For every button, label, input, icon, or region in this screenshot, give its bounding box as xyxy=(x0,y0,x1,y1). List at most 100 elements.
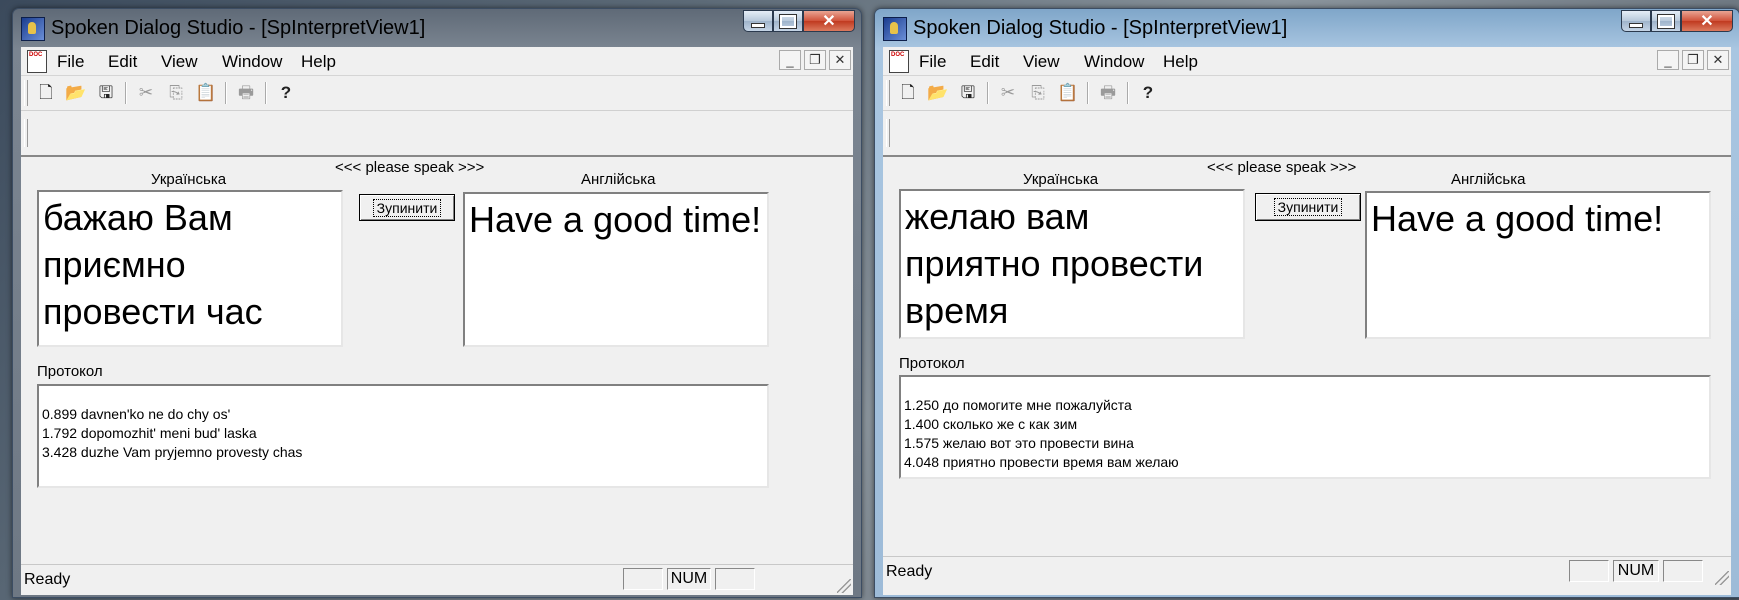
stop-button-label: Зупинити xyxy=(1273,198,1343,216)
target-text-box[interactable]: Have a good time! xyxy=(463,192,769,347)
target-language-label: Англійська xyxy=(581,171,656,188)
toolbar-separator xyxy=(1127,82,1129,104)
menu-bar: File Edit View Window Help _ ❐ ✕ xyxy=(21,47,853,76)
protocol-line: 0.899 davnen'ko ne do chy os' xyxy=(42,406,231,422)
menu-view[interactable]: View xyxy=(161,52,198,72)
help-icon[interactable]: ? xyxy=(1137,82,1159,104)
menu-file[interactable]: File xyxy=(919,52,946,72)
status-indicator-empty xyxy=(1569,560,1609,582)
new-file-icon[interactable]: 🗋 xyxy=(35,82,57,104)
app-window-left[interactable]: Spoken Dialog Studio - [SpInterpretView1… xyxy=(12,8,862,598)
status-bar: Ready NUM xyxy=(21,564,853,595)
stop-button[interactable]: Зупинити xyxy=(359,194,455,221)
status-indicator-empty xyxy=(1663,560,1703,582)
resize-grip[interactable] xyxy=(837,579,851,593)
protocol-line: 4.048 приятно провести время вам желаю xyxy=(904,454,1179,470)
toolbar-separator xyxy=(225,82,227,104)
interpret-pane: <<< please speak >>> Українська Англійсь… xyxy=(25,157,849,557)
client-area: File Edit View Window Help _ ❐ ✕ 🗋 📂 🖫 ✂… xyxy=(883,47,1731,595)
title-bar[interactable]: Spoken Dialog Studio - [SpInterpretView1… xyxy=(875,9,1739,47)
menu-view[interactable]: View xyxy=(1023,52,1060,72)
document-icon[interactable] xyxy=(27,50,47,73)
toolbar-separator xyxy=(1087,82,1089,104)
protocol-box[interactable]: 0.899 davnen'ko ne do chy os' 1.792 dopo… xyxy=(37,384,769,488)
stop-button-label: Зупинити xyxy=(372,198,442,217)
window-title: Spoken Dialog Studio - [SpInterpretView1… xyxy=(51,17,426,39)
mdi-close-button[interactable]: ✕ xyxy=(829,50,851,70)
save-icon[interactable]: 🖫 xyxy=(957,82,979,104)
maximize-button[interactable] xyxy=(1651,10,1681,32)
status-bar: Ready NUM xyxy=(883,556,1731,587)
paste-icon[interactable]: 📋 xyxy=(195,82,217,104)
toolbar-grip[interactable] xyxy=(886,80,890,106)
close-button[interactable]: ✕ xyxy=(1681,10,1733,32)
mdi-minimize-button[interactable]: _ xyxy=(1657,50,1679,70)
speak-prompt: <<< please speak >>> xyxy=(1207,159,1357,176)
copy-icon[interactable]: ⎘ xyxy=(1027,82,1049,104)
minimize-button[interactable] xyxy=(1621,10,1651,32)
num-lock-indicator: NUM xyxy=(667,568,711,590)
menu-help[interactable]: Help xyxy=(301,52,336,72)
status-indicator-empty xyxy=(715,568,755,590)
copy-icon[interactable]: ⎘ xyxy=(165,82,187,104)
target-text-box[interactable]: Have a good time! xyxy=(1365,191,1711,339)
protocol-line: 1.250 до помогите мне пожалуйста xyxy=(904,397,1132,413)
help-icon[interactable]: ? xyxy=(275,82,297,104)
open-folder-icon[interactable]: 📂 xyxy=(65,82,87,104)
menu-edit[interactable]: Edit xyxy=(108,52,137,72)
interpret-pane: <<< please speak >>> Українська Англійсь… xyxy=(887,157,1727,557)
protocol-line: 3.428 duzhe Vam pryjemno provesty chas xyxy=(42,444,303,460)
app-icon[interactable] xyxy=(21,17,45,41)
protocol-line: 1.575 желаю вот это провести вина xyxy=(904,435,1134,451)
status-text: Ready xyxy=(886,563,933,580)
dialog-bar-grip[interactable] xyxy=(24,119,28,147)
document-icon[interactable] xyxy=(889,50,909,73)
client-area: File Edit View Window Help _ ❐ ✕ 🗋 📂 🖫 ✂… xyxy=(21,47,853,595)
num-lock-indicator: NUM xyxy=(1613,560,1659,582)
toolbar-separator xyxy=(125,82,127,104)
speak-prompt: <<< please speak >>> xyxy=(335,159,485,176)
source-language-label: Українська xyxy=(1023,171,1099,188)
window-title: Spoken Dialog Studio - [SpInterpretView1… xyxy=(913,17,1288,39)
toolbar-separator xyxy=(265,82,267,104)
source-language-label: Українська xyxy=(151,171,227,188)
title-bar[interactable]: Spoken Dialog Studio - [SpInterpretView1… xyxy=(13,9,861,47)
status-text: Ready xyxy=(24,571,71,588)
mdi-restore-button[interactable]: ❐ xyxy=(1682,50,1704,70)
save-icon[interactable]: 🖫 xyxy=(95,82,117,104)
menu-bar: File Edit View Window Help _ ❐ ✕ xyxy=(883,47,1731,76)
toolbar-separator xyxy=(987,82,989,104)
app-window-right[interactable]: Spoken Dialog Studio - [SpInterpretView1… xyxy=(874,8,1739,598)
new-file-icon[interactable]: 🗋 xyxy=(897,82,919,104)
source-text-box[interactable]: бажаю Вам приємно провести час xyxy=(37,190,343,347)
protocol-box[interactable]: 1.250 до помогите мне пожалуйста 1.400 с… xyxy=(899,375,1711,479)
mdi-restore-button[interactable]: ❐ xyxy=(804,50,826,70)
paste-icon[interactable]: 📋 xyxy=(1057,82,1079,104)
print-icon[interactable]: 🖶 xyxy=(1097,82,1119,104)
status-indicator-empty xyxy=(623,568,663,590)
cut-icon[interactable]: ✂ xyxy=(135,82,157,104)
menu-file[interactable]: File xyxy=(57,52,84,72)
print-icon[interactable]: 🖶 xyxy=(235,82,257,104)
target-language-label: Англійська xyxy=(1451,171,1526,188)
dialog-bar-grip[interactable] xyxy=(886,119,890,147)
menu-window[interactable]: Window xyxy=(222,52,282,72)
open-folder-icon[interactable]: 📂 xyxy=(927,82,949,104)
minimize-button[interactable] xyxy=(743,10,773,32)
stop-button[interactable]: Зупинити xyxy=(1255,193,1361,221)
cut-icon[interactable]: ✂ xyxy=(997,82,1019,104)
mdi-minimize-button[interactable]: _ xyxy=(779,50,801,70)
menu-edit[interactable]: Edit xyxy=(970,52,999,72)
mdi-close-button[interactable]: ✕ xyxy=(1707,50,1729,70)
dialog-bar xyxy=(883,111,1731,157)
menu-help[interactable]: Help xyxy=(1163,52,1198,72)
source-text-box[interactable]: желаю вам приятно провести время xyxy=(899,189,1245,339)
protocol-label: Протокол xyxy=(37,363,103,380)
close-button[interactable]: ✕ xyxy=(803,10,855,32)
toolbar: 🗋 📂 🖫 ✂ ⎘ 📋 🖶 ? xyxy=(21,76,853,111)
maximize-button[interactable] xyxy=(773,10,803,32)
toolbar-grip[interactable] xyxy=(24,80,28,106)
app-icon[interactable] xyxy=(883,17,907,41)
menu-window[interactable]: Window xyxy=(1084,52,1144,72)
resize-grip[interactable] xyxy=(1715,571,1729,585)
